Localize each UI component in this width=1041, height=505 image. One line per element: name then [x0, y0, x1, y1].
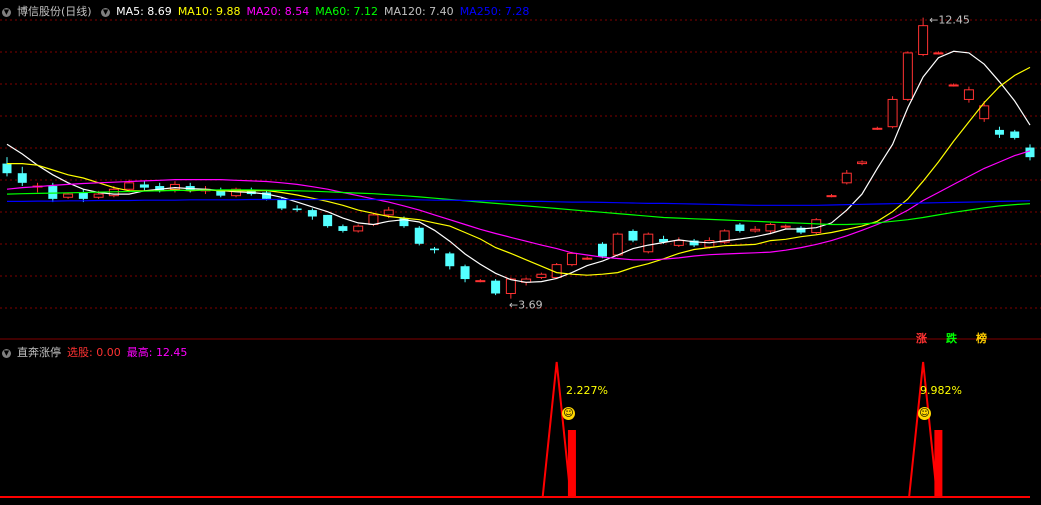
candle-body [368, 214, 379, 226]
ma-legend-item: MA250: 7.28 [459, 5, 530, 18]
candle-body [323, 214, 333, 227]
candle-body [475, 280, 486, 283]
candle-body [445, 253, 455, 267]
candle-body [612, 233, 623, 256]
stock-name: 博信股份 [17, 5, 61, 18]
candle-body [139, 184, 149, 188]
ma-legend: MA5: 8.69 MA10: 9.88 MA20: 8.54 MA60: 7.12 M… [116, 5, 535, 18]
candle-body [963, 89, 974, 100]
candle-body [857, 161, 868, 165]
candle-body [765, 224, 776, 232]
candle-body [750, 228, 761, 232]
ma-line-ma5 [6, 50, 1031, 283]
candle-body [902, 52, 913, 100]
signal-pct-2: 9.982% [920, 384, 962, 397]
ma-line-ma60 [6, 189, 1031, 226]
candle-body [872, 127, 883, 130]
candle-body [78, 192, 88, 199]
candle-body [994, 129, 1004, 135]
candle-body [780, 225, 791, 228]
candle-body [93, 193, 104, 198]
candle-body [826, 195, 837, 198]
candle-body [582, 257, 593, 260]
candle-body [383, 209, 394, 216]
select-label: 选股: [67, 346, 93, 359]
collapse-icon[interactable]: ▼ [2, 348, 11, 358]
candle-body [918, 25, 929, 56]
candle-body [704, 240, 715, 248]
max-value: 12.45 [155, 346, 188, 359]
ma-legend-item: MA120: 7.40 [383, 5, 454, 18]
signal-bar [934, 430, 943, 497]
ma-line-ma250 [7, 198, 1031, 206]
candle-body [735, 224, 745, 231]
high-price-label: ←12.45 [929, 14, 970, 27]
candle-body [430, 248, 440, 251]
ma-legend-item: MA5: 8.69 [116, 5, 172, 18]
candle-body [628, 230, 638, 241]
signal-pct-1: 2.227% [566, 384, 608, 397]
candle-body [338, 226, 348, 231]
signal-bar [567, 430, 576, 497]
candle-body [536, 273, 547, 278]
candle-body [933, 52, 944, 55]
ma-legend-item: MA20: 8.54 [246, 5, 310, 18]
stock-chart-window: ←12.45 ←3.69 ▼ 博信股份(日线) ▼ MA5: 8.69 MA10: 9.… [0, 0, 1041, 505]
candle-body [460, 266, 470, 280]
candle-body [292, 208, 302, 211]
candle-body [63, 193, 74, 198]
max-label: 最高: [126, 346, 153, 359]
candle-body [979, 105, 990, 120]
candle-body [2, 163, 12, 174]
candle-body [841, 172, 852, 184]
indicator-name: 直奔涨停 [17, 346, 61, 359]
kline-chart[interactable]: ←12.45 ←3.69 [0, 0, 1041, 340]
indicator-header: ▼ 直奔涨停 选股: 0.00 最高: 12.45 [2, 346, 193, 360]
smile-icon: ☺ [918, 407, 931, 420]
signal-spike [908, 361, 939, 498]
ma-legend-item: MA10: 9.88 [177, 5, 241, 18]
candle-body [491, 280, 501, 294]
candle-body [948, 84, 959, 87]
ma-legend-item: MA60: 7.12 [315, 5, 378, 18]
candle-body [414, 227, 424, 244]
candle-body [17, 173, 27, 183]
signal-spike [541, 361, 572, 498]
smile-icon: ☺ [562, 407, 575, 420]
candle-body [307, 210, 317, 217]
period-label: (日线) [61, 5, 92, 18]
indicator-chart[interactable] [0, 342, 1041, 505]
candle-body [353, 225, 364, 232]
candle-body [216, 190, 226, 196]
candle-body [505, 278, 516, 294]
candle-body [643, 233, 654, 253]
collapse-icon[interactable]: ▼ [2, 7, 11, 17]
collapse-icon[interactable]: ▼ [101, 7, 111, 17]
candle-body [1010, 131, 1020, 138]
candle-body [887, 98, 898, 128]
main-chart-header: ▼ 博信股份(日线) ▼ MA5: 8.69 MA10: 9.88 MA20: 8.54… [2, 5, 541, 19]
candle-body [597, 243, 607, 257]
candle-body [124, 182, 135, 190]
candle-body [566, 252, 577, 266]
candle-body [673, 240, 684, 246]
candle-body [277, 198, 287, 209]
low-price-label: ←3.69 [509, 299, 543, 312]
select-value: 0.00 [96, 346, 121, 359]
